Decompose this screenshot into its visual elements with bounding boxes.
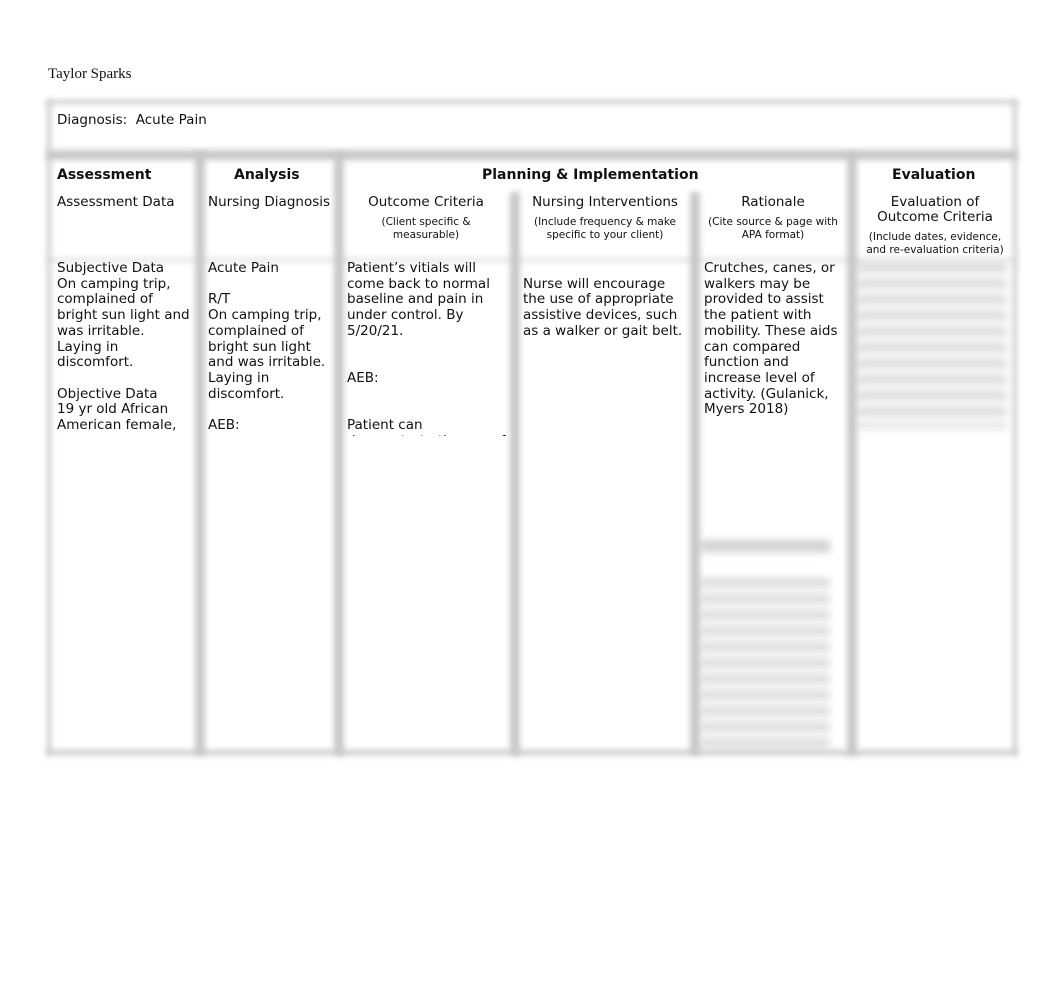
column-divider	[847, 152, 857, 755]
section-evaluation: Evaluation	[892, 167, 976, 183]
column-divider	[690, 192, 700, 755]
col-evaluation-note: (Include dates, evidence, and re-evaluat…	[866, 231, 1004, 256]
diagnosis-line: Diagnosis: Acute Pain	[57, 112, 207, 128]
care-plan-table: Diagnosis: Acute Pain Assessment Analysi…	[47, 100, 1017, 755]
interventions-content: Nurse will encourage the use of appropri…	[523, 275, 683, 339]
table-border-top	[47, 100, 1017, 104]
col-outcome-criteria-note: (Client specific & measurable)	[381, 216, 471, 241]
table-border-bottom	[47, 750, 1017, 755]
author-name: Taylor Sparks	[48, 66, 132, 82]
section-assessment: Assessment	[57, 167, 152, 183]
diagnosis-value: Acute Pain	[135, 112, 207, 128]
rationale-content-blurred	[700, 540, 830, 552]
rationale-content-blurred	[700, 578, 830, 750]
col-nursing-interventions-note: (Include frequency & make specific to yo…	[533, 216, 676, 241]
col-nursing-interventions: Nursing Interventions	[532, 194, 678, 210]
table-border-right	[1013, 100, 1017, 755]
col-rationale-note: (Cite source & page with APA format)	[708, 216, 838, 241]
analysis-content: Acute Pain R/T On camping trip, complain…	[208, 261, 326, 434]
rationale-content: Crutches, canes, or walkers may be provi…	[704, 261, 838, 418]
section-analysis: Analysis	[234, 167, 300, 183]
column-divider	[195, 152, 205, 755]
table-border-left	[47, 100, 51, 755]
col-outcome-criteria: Outcome Criteria	[368, 194, 484, 210]
outcome-content: Patient’s vitials will come back to norm…	[347, 261, 506, 436]
col-rationale: Rationale	[741, 194, 805, 210]
evaluation-content-blurred	[857, 263, 1007, 428]
diagnosis-label: Diagnosis:	[57, 112, 128, 128]
col-evaluation: Evaluation of Outcome Criteria	[877, 194, 993, 225]
assessment-content: Subjective Data On camping trip, complai…	[57, 261, 190, 434]
column-divider	[334, 152, 344, 755]
section-planning: Planning & Implementation	[482, 167, 699, 183]
table-border-header	[47, 150, 1017, 160]
col-assessment-data: Assessment Data	[57, 194, 175, 210]
col-nursing-diagnosis: Nursing Diagnosis	[208, 194, 331, 210]
